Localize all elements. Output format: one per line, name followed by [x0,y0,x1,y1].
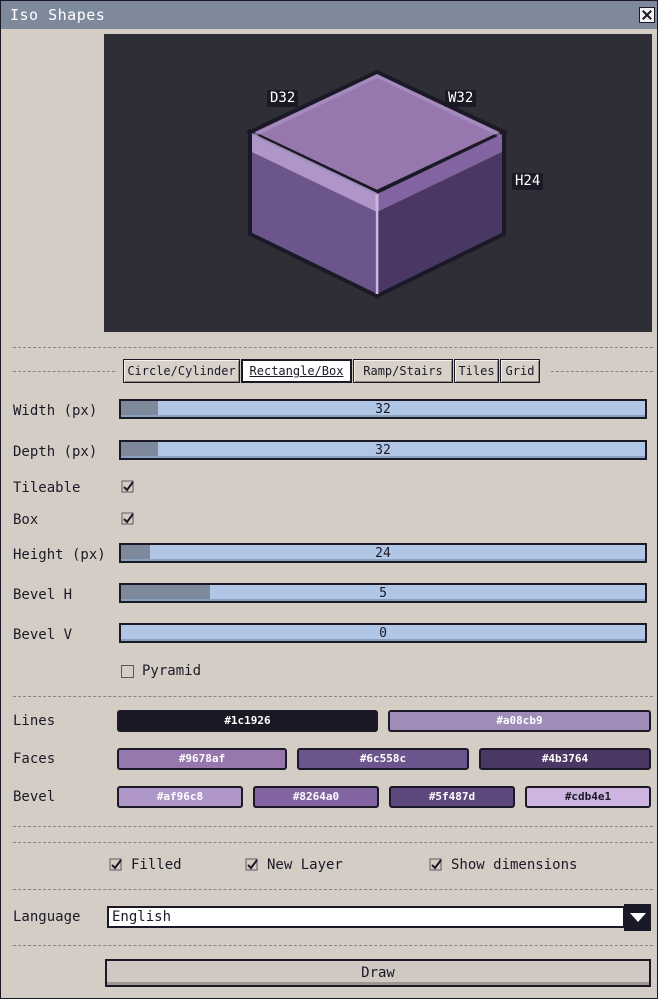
filled-checkbox[interactable] [109,858,122,871]
faces-color-3[interactable]: #4b3764 [479,748,651,770]
width-dimension-label: W32 [445,90,477,107]
pyramid-label: Pyramid [142,663,202,679]
width-value: 32 [375,402,391,417]
new-layer-label: New Layer [267,857,343,873]
bevel-h-label: Bevel H [13,587,73,603]
check-icon [121,480,134,493]
height-value: 24 [375,546,391,561]
width-slider[interactable]: 32 [119,399,647,419]
tileable-label: Tileable [13,480,81,496]
show-dimensions-label: Show dimensions [451,857,578,873]
box-label: Box [13,512,39,528]
height-slider[interactable]: 24 [119,543,647,563]
title-bar[interactable]: Iso Shapes [1,1,657,29]
divider [13,889,653,890]
bevel-color-4[interactable]: #cdb4e1 [525,786,651,808]
depth-value: 32 [375,443,391,458]
bevel-v-value: 0 [379,626,387,641]
height-label: Height (px) [13,547,106,563]
bevel-v-slider[interactable]: 0 [119,623,647,643]
iso-shapes-dialog: Iso Shapes D32 W32 H24 Circle/Cylinder R… [0,0,658,999]
check-icon [121,512,134,525]
faces-color-1[interactable]: #9678af [117,748,287,770]
tab-tiles[interactable]: Tiles [454,359,499,383]
window-title: Iso Shapes [10,6,106,24]
divider [13,945,653,946]
draw-button[interactable]: Draw [105,959,651,987]
check-icon [245,858,258,871]
tab-grid[interactable]: Grid [500,359,540,383]
language-select[interactable]: English [107,906,625,928]
depth-slider[interactable]: 32 [119,440,647,460]
iso-box-drawing [245,69,509,300]
bevel-h-value: 5 [379,586,387,601]
bevel-v-label: Bevel V [13,627,73,643]
faces-label: Faces [13,751,56,767]
lines-label: Lines [13,713,56,729]
new-layer-checkbox[interactable] [245,858,258,871]
pyramid-checkbox[interactable] [121,665,134,678]
divider [13,696,653,697]
divider [13,826,653,827]
language-label: Language [13,909,81,925]
chevron-down-icon[interactable] [624,904,651,931]
bevel-color-2[interactable]: #8264a0 [253,786,379,808]
tab-ramp-stairs[interactable]: Ramp/Stairs [353,359,453,383]
tab-circle-cylinder[interactable]: Circle/Cylinder [123,359,240,383]
close-icon[interactable] [639,7,655,23]
tab-rectangle-box[interactable]: Rectangle/Box [241,359,352,383]
width-label: Width (px) [13,403,98,419]
tileable-checkbox[interactable] [121,480,134,493]
bevel-h-slider[interactable]: 5 [119,583,647,603]
faces-color-2[interactable]: #6c558c [297,748,469,770]
check-icon [109,858,122,871]
show-dimensions-checkbox[interactable] [429,858,442,871]
tabs-divider-left [13,371,115,372]
box-checkbox[interactable] [121,512,134,525]
depth-label: Depth (px) [13,444,98,460]
bevel-colors-label: Bevel [13,789,56,805]
filled-label: Filled [131,857,182,873]
lines-color-1[interactable]: #1c1926 [117,710,378,732]
divider [13,842,653,843]
lines-color-2[interactable]: #a08cb9 [388,710,651,732]
depth-dimension-label: D32 [267,90,299,107]
check-icon [429,858,442,871]
bevel-color-1[interactable]: #af96c8 [117,786,243,808]
shape-preview: D32 W32 H24 [104,34,652,332]
height-dimension-label: H24 [512,173,544,190]
divider [13,347,653,348]
tabs-divider-right [551,371,653,372]
bevel-color-3[interactable]: #5f487d [389,786,515,808]
